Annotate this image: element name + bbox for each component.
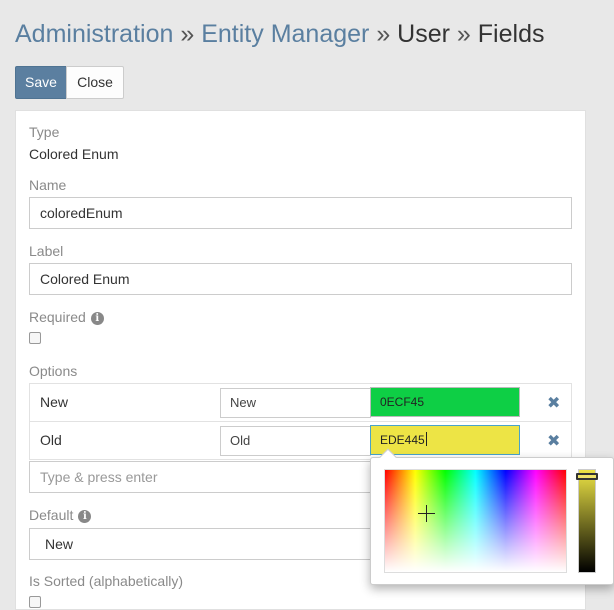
remove-option-icon[interactable]: ✖ — [547, 431, 560, 451]
save-button[interactable]: Save — [15, 66, 67, 99]
breadcrumb-administration[interactable]: Administration — [15, 20, 173, 48]
option-name[interactable]: Old — [40, 432, 62, 448]
text-caret — [425, 432, 427, 446]
option-row: Old Old EDE445 ✖ — [29, 421, 572, 460]
close-button[interactable]: Close — [66, 66, 124, 99]
type-value: Colored Enum — [29, 146, 119, 162]
default-label: Default i — [29, 507, 92, 523]
color-picker-popover — [370, 448, 614, 585]
option-row: New New 0ECF45 ✖ — [29, 383, 572, 422]
breadcrumb-separator: » — [376, 20, 391, 48]
slider-handle[interactable] — [576, 473, 598, 480]
label-label: Label — [29, 243, 64, 259]
name-label: Name — [29, 177, 67, 193]
option-label-input[interactable]: Old — [220, 426, 371, 456]
breadcrumb-user: User — [397, 20, 450, 48]
name-input[interactable]: coloredEnum — [29, 197, 572, 229]
required-label: Required i — [29, 309, 104, 325]
breadcrumb-entity-manager[interactable]: Entity Manager — [201, 20, 369, 48]
options-label: Options — [29, 363, 78, 379]
crosshair-cursor-icon — [418, 505, 435, 522]
color-lightness-slider[interactable] — [578, 469, 596, 573]
option-name[interactable]: New — [40, 394, 68, 410]
default-label-text: Default — [29, 507, 74, 523]
remove-option-icon[interactable]: ✖ — [547, 393, 560, 413]
type-label: Type — [29, 124, 60, 140]
option-label-input[interactable]: New — [220, 388, 371, 418]
option-color-input[interactable]: EDE445 — [370, 425, 520, 455]
breadcrumb-separator: » — [456, 20, 471, 48]
breadcrumb: Administration » Entity Manager » User »… — [15, 18, 544, 50]
info-icon[interactable]: i — [78, 510, 92, 523]
breadcrumb-separator: » — [180, 20, 195, 48]
info-icon[interactable]: i — [90, 312, 104, 325]
sorted-label: Is Sorted (alphabetically) — [29, 573, 184, 589]
option-color-text: EDE445 — [380, 433, 425, 447]
required-checkbox[interactable] — [29, 332, 41, 344]
color-saturation-field[interactable] — [384, 469, 567, 573]
option-color-input[interactable]: 0ECF45 — [370, 387, 520, 417]
required-label-text: Required — [29, 309, 86, 325]
sorted-checkbox[interactable] — [29, 596, 41, 608]
label-input[interactable]: Colored Enum — [29, 263, 572, 295]
breadcrumb-fields: Fields — [477, 20, 545, 48]
